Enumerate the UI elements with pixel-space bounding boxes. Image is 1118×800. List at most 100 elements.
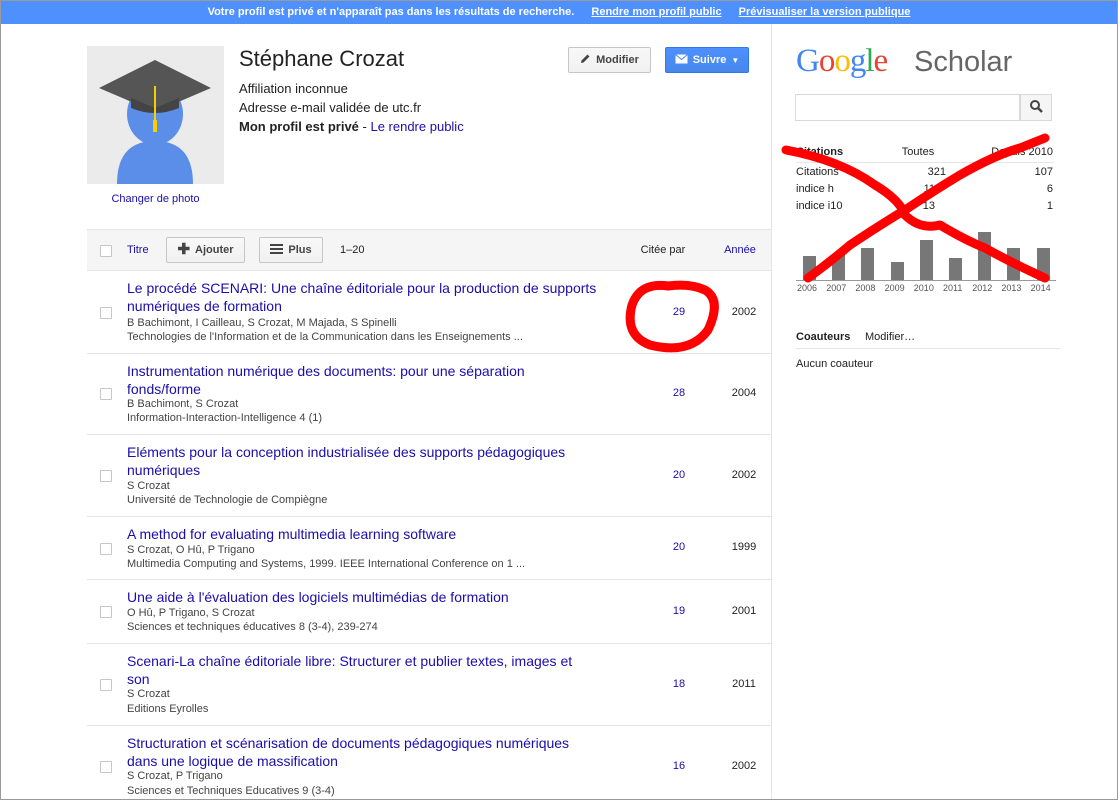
article-row: A method for evaluating multimedia learn… bbox=[87, 517, 771, 580]
article-title[interactable]: Instrumentation numérique des documents:… bbox=[127, 362, 597, 398]
follow-label: Suivre bbox=[692, 54, 727, 66]
stat-all: 13 bbox=[922, 200, 935, 212]
profile-privacy-line: Mon profil est privé - Le rendre public bbox=[239, 119, 464, 134]
article-row: Eléments pour la conception industrialis… bbox=[87, 435, 771, 517]
chart-tick-label: 2008 bbox=[855, 283, 876, 293]
menu-icon bbox=[270, 243, 284, 257]
stat-since: 6 bbox=[1046, 183, 1053, 195]
article-title[interactable]: Structuration et scénarisation de docume… bbox=[127, 734, 597, 770]
google-letter: o bbox=[834, 43, 850, 79]
banner-message: Votre profil est privé et n'apparaît pas… bbox=[207, 6, 575, 18]
chart-bar[interactable] bbox=[1007, 248, 1021, 280]
article-cited-count[interactable]: 20 bbox=[643, 541, 715, 553]
stat-since: 107 bbox=[1034, 166, 1053, 178]
article-title[interactable]: Eléments pour la conception industrialis… bbox=[127, 443, 597, 479]
plus-icon: ✚ bbox=[177, 241, 191, 258]
article-cited-count[interactable]: 19 bbox=[643, 605, 715, 617]
article-year: 2004 bbox=[731, 387, 757, 399]
stat-all: 321 bbox=[927, 166, 946, 178]
make-public-link[interactable]: Rendre mon profil public bbox=[591, 6, 721, 18]
google-letter: g bbox=[849, 43, 866, 79]
stat-all: 11 bbox=[923, 183, 935, 195]
article-cited-count[interactable]: 20 bbox=[643, 469, 715, 481]
article-title[interactable]: Le procédé SCENARI: Une chaîne éditorial… bbox=[127, 279, 597, 315]
select-all-checkbox[interactable] bbox=[100, 245, 112, 257]
article-cited-count[interactable]: 16 bbox=[643, 760, 715, 772]
article-row: Structuration et scénarisation de docume… bbox=[87, 726, 771, 800]
chart-tick-label: 2014 bbox=[1030, 283, 1051, 293]
article-title[interactable]: Une aide à l'évaluation des logiciels mu… bbox=[127, 588, 597, 606]
article-authors: S Crozat bbox=[127, 480, 170, 492]
coauthors-title: Coauteurs bbox=[796, 331, 851, 343]
profile-photo[interactable] bbox=[87, 46, 224, 184]
coauthors-divider bbox=[796, 348, 1060, 349]
article-cited-count[interactable]: 18 bbox=[643, 678, 715, 690]
no-coauthors-text: Aucun coauteur bbox=[796, 358, 874, 370]
chart-bar[interactable] bbox=[832, 254, 846, 280]
article-authors: S Crozat, P Trigano bbox=[127, 770, 223, 782]
chart-tick-label: 2009 bbox=[884, 283, 905, 293]
articles-header: Titre ✚ Ajouter Plus 1–20 Citée par Anné… bbox=[87, 229, 771, 271]
pencil-icon bbox=[580, 53, 591, 67]
edit-profile-button[interactable]: Modifier bbox=[568, 47, 651, 73]
article-checkbox[interactable] bbox=[100, 606, 112, 618]
make-public-inline-link[interactable]: Le rendre public bbox=[370, 119, 463, 134]
chart-tick-label: 2011 bbox=[943, 283, 963, 293]
article-authors: O Hû, P Trigano, S Crozat bbox=[127, 607, 255, 619]
chart-bar[interactable] bbox=[890, 262, 904, 280]
article-checkbox[interactable] bbox=[100, 761, 112, 773]
preview-public-link[interactable]: Prévisualiser la version publique bbox=[739, 6, 911, 18]
article-cited-count[interactable]: 29 bbox=[643, 306, 715, 318]
chart-bar[interactable] bbox=[919, 240, 933, 280]
article-year: 2002 bbox=[731, 760, 757, 772]
more-button[interactable]: Plus bbox=[259, 237, 323, 263]
chart-bar[interactable] bbox=[1036, 248, 1050, 280]
search-icon bbox=[1029, 99, 1043, 116]
chart-bar[interactable] bbox=[978, 232, 992, 280]
article-checkbox[interactable] bbox=[100, 679, 112, 691]
article-checkbox[interactable] bbox=[100, 470, 112, 482]
article-venue: Technologies de l'Information et de la C… bbox=[127, 331, 523, 343]
search-button[interactable] bbox=[1020, 94, 1052, 121]
article-venue: Sciences et Techniques Educatives 9 (3-4… bbox=[127, 785, 335, 797]
article-checkbox[interactable] bbox=[100, 543, 112, 555]
results-range: 1–20 bbox=[340, 244, 365, 256]
article-venue: Editions Eyrolles bbox=[127, 703, 209, 715]
article-year: 1999 bbox=[731, 541, 757, 553]
coauthors-edit-link[interactable]: Modifier… bbox=[865, 331, 915, 343]
google-scholar-logo[interactable]: Google bbox=[796, 43, 888, 80]
article-authors: S Crozat, O Hû, P Trigano bbox=[127, 544, 255, 556]
citations-tab[interactable]: Citations bbox=[796, 146, 843, 158]
chart-bar[interactable] bbox=[861, 248, 875, 280]
stats-divider bbox=[796, 162, 1054, 163]
envelope-icon bbox=[674, 53, 688, 67]
article-row: Instrumentation numérique des documents:… bbox=[87, 354, 771, 435]
change-photo-link[interactable]: Changer de photo bbox=[87, 193, 224, 205]
article-authors: B Bachimont, S Crozat bbox=[127, 398, 239, 410]
article-authors: B Bachimont, I Cailleau, S Crozat, M Maj… bbox=[127, 317, 397, 329]
stats-col-since: Depuis 2010 bbox=[991, 146, 1053, 158]
edit-profile-label: Modifier bbox=[596, 54, 639, 66]
stat-since: 1 bbox=[1046, 200, 1053, 212]
column-divider bbox=[771, 24, 772, 799]
sort-by-title[interactable]: Titre bbox=[127, 244, 149, 256]
article-year: 2002 bbox=[731, 469, 757, 481]
article-title[interactable]: A method for evaluating multimedia learn… bbox=[127, 525, 597, 543]
sort-by-year[interactable]: Année bbox=[715, 244, 765, 256]
sort-by-cited[interactable]: Citée par bbox=[627, 244, 699, 256]
follow-button[interactable]: Suivre ▼ bbox=[665, 47, 749, 73]
article-venue: Information-Interaction-Intelligence 4 (… bbox=[127, 412, 323, 424]
add-button[interactable]: ✚ Ajouter bbox=[166, 237, 245, 263]
chart-bar[interactable] bbox=[803, 256, 816, 280]
article-year: 2002 bbox=[731, 306, 757, 318]
article-title[interactable]: Scenari-La chaîne éditoriale libre: Stru… bbox=[127, 652, 597, 688]
article-checkbox[interactable] bbox=[100, 388, 112, 400]
article-cited-count[interactable]: 28 bbox=[643, 387, 715, 399]
search-input[interactable] bbox=[795, 94, 1020, 121]
article-checkbox[interactable] bbox=[100, 307, 112, 319]
article-venue: Sciences et techniques éducatives 8 (3-4… bbox=[127, 621, 378, 633]
google-wordmark: Google bbox=[796, 43, 888, 79]
avatar-icon bbox=[99, 60, 211, 184]
chart-bar[interactable] bbox=[949, 258, 962, 280]
scholar-wordmark: Scholar bbox=[914, 46, 1013, 78]
